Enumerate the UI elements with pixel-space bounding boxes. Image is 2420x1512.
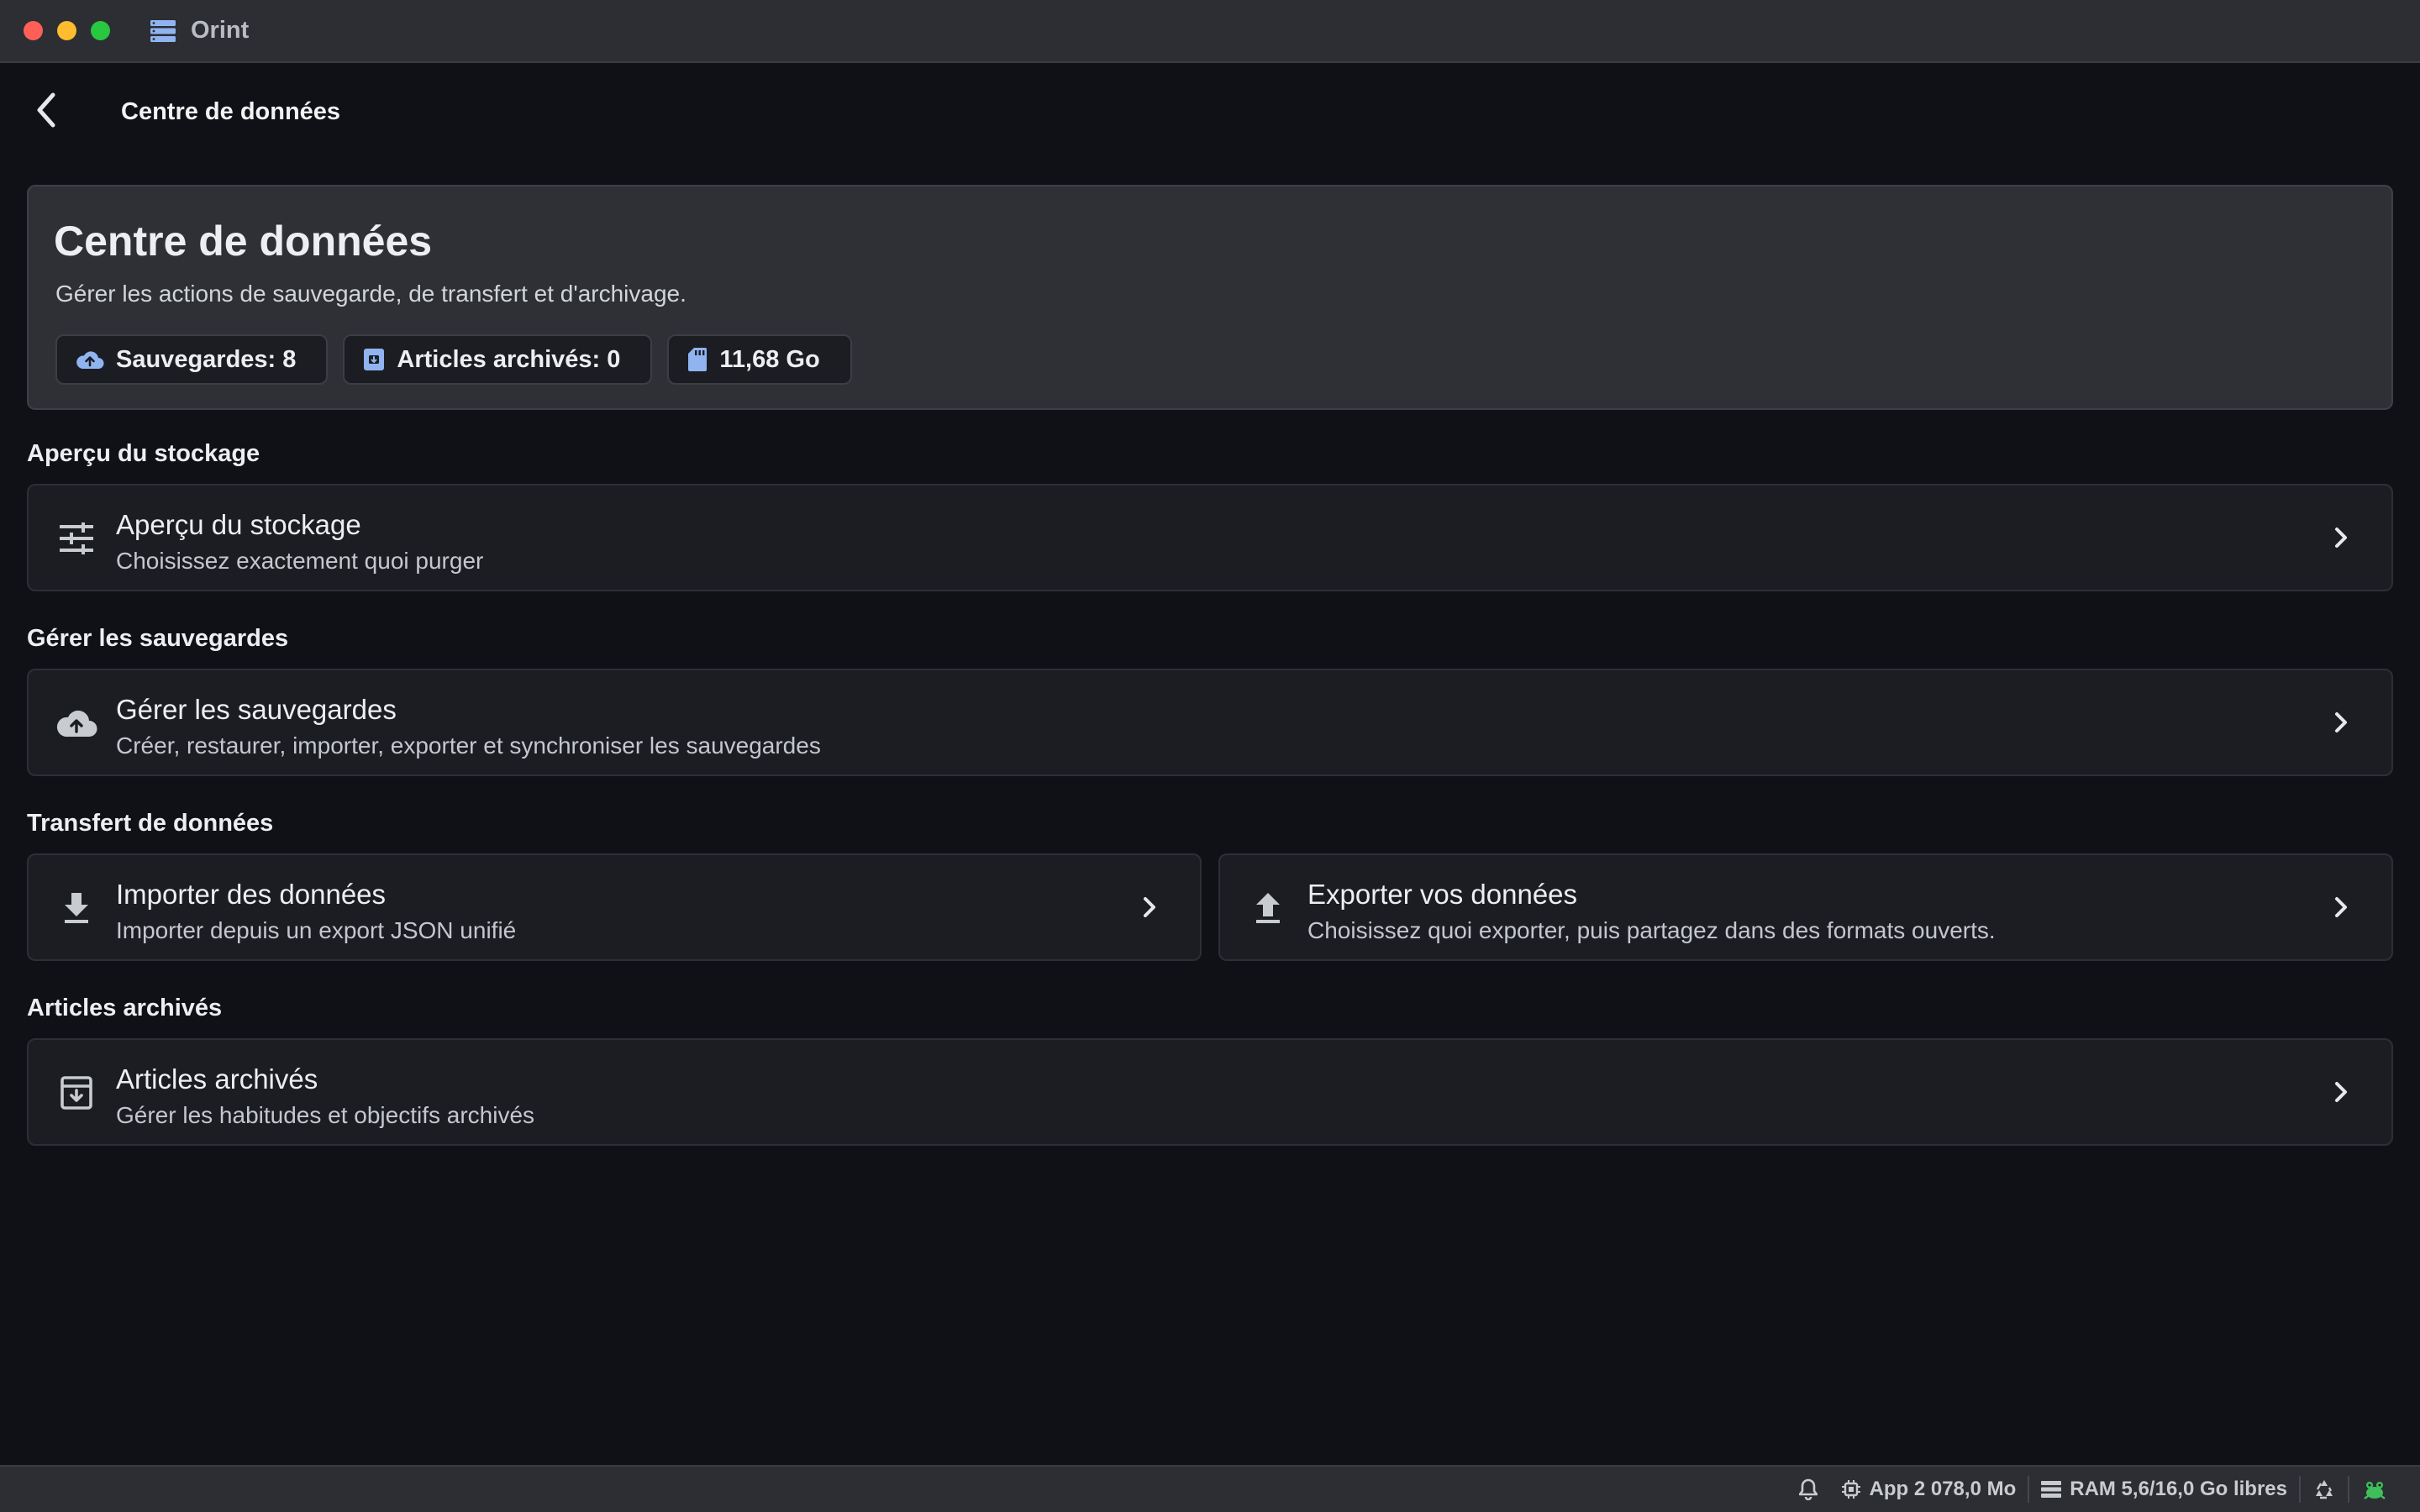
summary-subtitle: Gérer les actions de sauvegarde, de tran…	[55, 281, 687, 307]
archived-items-title: Articles archivés	[116, 1063, 318, 1095]
mascot-status[interactable]	[2349, 1467, 2400, 1512]
section-transfer-heading: Transfert de données	[27, 810, 274, 837]
archived-items-subtitle: Gérer les habitudes et objectifs archivé…	[116, 1102, 535, 1128]
recycle-icon	[2316, 1480, 2333, 1499]
cpu-icon	[1841, 1480, 1860, 1499]
chevron-right-icon	[2324, 706, 2358, 739]
archived-count-chip: Articles archivés: 0	[343, 334, 653, 385]
back-button[interactable]	[24, 87, 71, 134]
summary-panel: Centre de données Gérer les actions de s…	[27, 185, 2393, 410]
sliders-icon	[55, 517, 97, 559]
chevron-right-icon	[2324, 521, 2358, 554]
page-title: Centre de données	[121, 98, 341, 125]
upload-icon	[1247, 887, 1289, 929]
export-data-subtitle: Choisissez quoi exporter, puis partagez …	[1307, 917, 1996, 943]
app-memory-label: App 2 078,0 Mo	[1869, 1478, 2017, 1500]
cloud-upload-icon	[76, 351, 104, 369]
manage-backups-card[interactable]: Gérer les sauvegardes Créer, restaurer, …	[27, 669, 2393, 776]
archived-items-card[interactable]: Articles archivés Gérer les habitudes et…	[27, 1038, 2393, 1146]
storage-rows-icon	[2041, 1481, 2062, 1498]
storage-overview-title: Aperçu du stockage	[116, 509, 361, 540]
manage-backups-title: Gérer les sauvegardes	[116, 694, 397, 725]
ram-label: RAM 5,6/16,0 Go libres	[2070, 1478, 2287, 1500]
export-data-card[interactable]: Exporter vos données Choisissez quoi exp…	[1218, 853, 2393, 961]
bell-icon	[1798, 1478, 1818, 1500]
export-data-title: Exporter vos données	[1307, 879, 1578, 910]
cloud-upload-icon	[55, 702, 97, 744]
manage-backups-subtitle: Créer, restaurer, importer, exporter et …	[116, 732, 821, 759]
storage-size-chip: 11,68 Go	[667, 334, 852, 385]
notifications-button[interactable]	[1787, 1467, 1829, 1512]
section-storage-heading: Aperçu du stockage	[27, 440, 260, 467]
summary-stats: Sauvegardes: 8 Articles archivés: 0 11,6…	[55, 334, 852, 385]
backups-count-label: Sauvegardes: 8	[116, 345, 297, 373]
zoom-window-button[interactable]	[91, 21, 110, 40]
window-controls	[24, 21, 110, 40]
storage-size-label: 11,68 Go	[719, 345, 820, 373]
archived-count-label: Articles archivés: 0	[397, 345, 621, 373]
app-logo-icon	[150, 19, 177, 43]
chevron-right-icon	[2324, 890, 2358, 924]
chevron-left-icon	[37, 92, 55, 128]
backups-count-chip: Sauvegardes: 8	[55, 334, 329, 385]
chevron-right-icon	[2324, 1075, 2358, 1109]
ram-status: RAM 5,6/16,0 Go libres	[2029, 1467, 2299, 1512]
archive-box-icon	[364, 349, 385, 370]
section-archived-heading: Articles archivés	[27, 995, 223, 1021]
import-data-card[interactable]: Importer des données Importer depuis un …	[27, 853, 1202, 961]
summary-title: Centre de données	[54, 218, 433, 265]
recycle-button[interactable]	[2301, 1467, 2348, 1512]
storage-overview-subtitle: Choisissez exactement quoi purger	[116, 548, 484, 574]
top-navigation: Centre de données	[0, 65, 2420, 157]
status-bar: App 2 078,0 Mo RAM 5,6/16,0 Go libres	[0, 1465, 2420, 1512]
archive-icon	[55, 1072, 97, 1114]
frog-mascot-icon	[2364, 1482, 2386, 1499]
chevron-right-icon	[1133, 890, 1166, 924]
section-backups-heading: Gérer les sauvegardes	[27, 625, 289, 652]
window-titlebar: Orint	[0, 0, 2420, 63]
window-title: Orint	[191, 17, 250, 44]
close-window-button[interactable]	[24, 21, 43, 40]
sd-card-icon	[688, 348, 708, 371]
app-memory-status: App 2 078,0 Mo	[1829, 1467, 2028, 1512]
download-icon	[55, 887, 97, 929]
storage-overview-card[interactable]: Aperçu du stockage Choisissez exactement…	[27, 484, 2393, 591]
import-data-title: Importer des données	[116, 879, 387, 910]
import-data-subtitle: Importer depuis un export JSON unifié	[116, 917, 517, 943]
minimize-window-button[interactable]	[57, 21, 76, 40]
